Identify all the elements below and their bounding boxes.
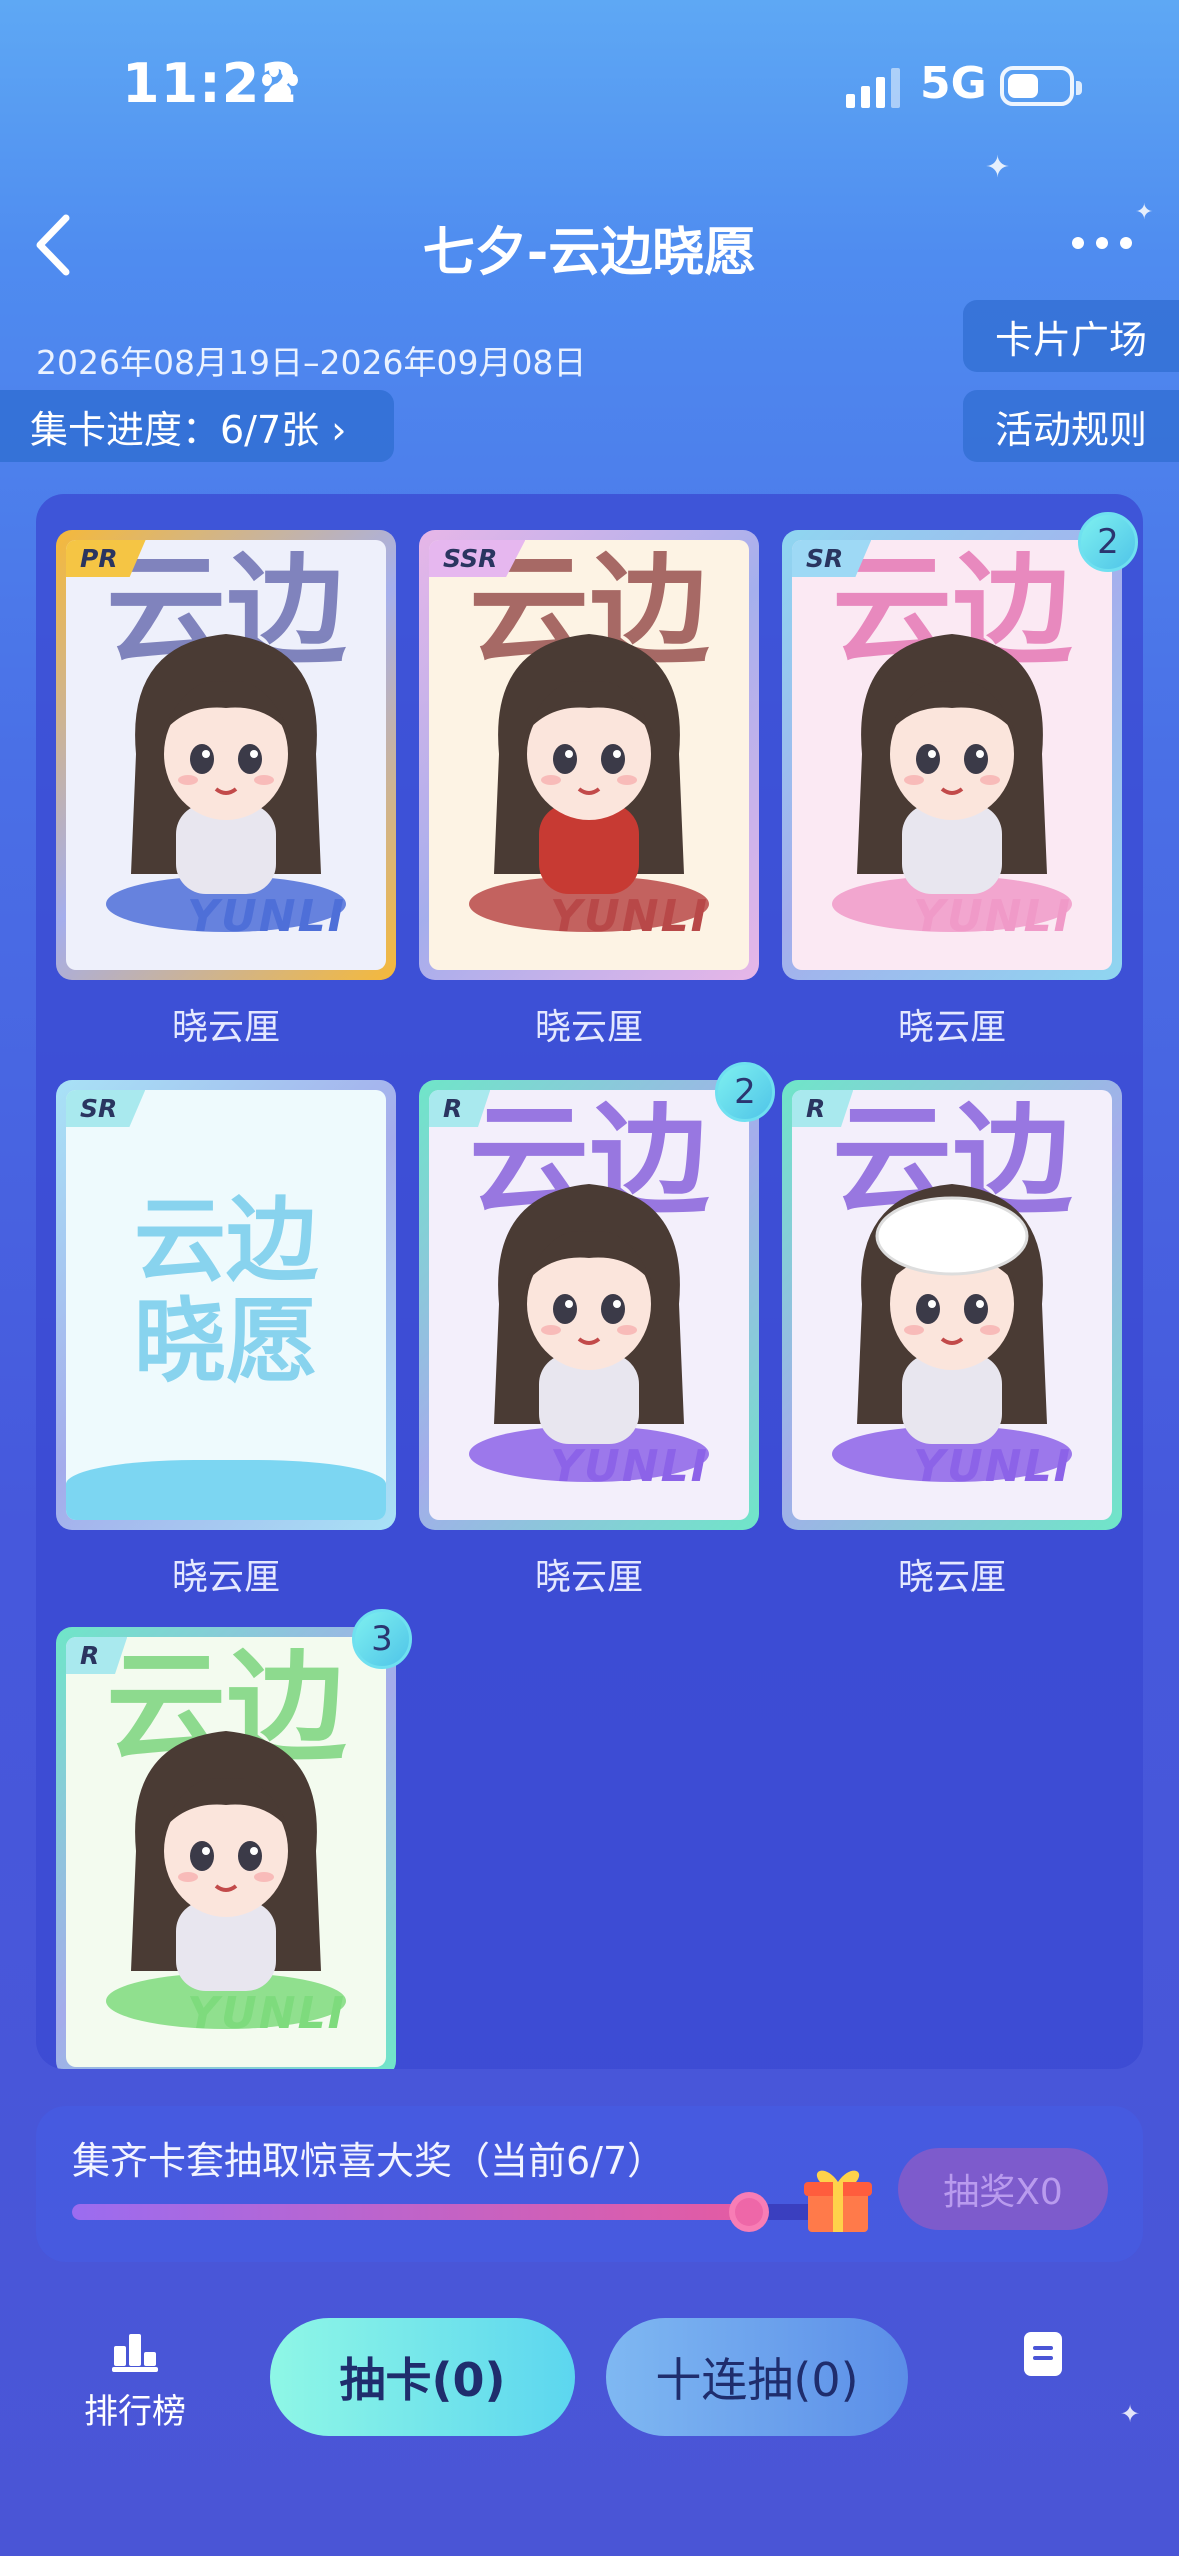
- card-art-signature: YUNLI: [187, 1988, 346, 2039]
- leaderboard-label: 排行榜: [84, 2392, 186, 2432]
- character-illustration: [832, 634, 1072, 932]
- character-illustration: [469, 634, 709, 932]
- card-item[interactable]: 云边 YUNLI R 晓云厘: [782, 1080, 1122, 1600]
- card-square-button[interactable]: 卡片广场: [963, 300, 1179, 372]
- card-name: 晓云厘: [534, 1557, 643, 1598]
- card-item[interactable]: 云边 YUNLI R 3: [56, 1609, 412, 2069]
- rules-button[interactable]: 活动规则: [963, 390, 1179, 462]
- record-icon[interactable]: [1024, 2332, 1062, 2376]
- card-count-badge: 3: [352, 1609, 412, 1669]
- card-art: 云边 YUNLI PR: [66, 540, 386, 970]
- leaderboard-button[interactable]: 排行榜: [80, 2330, 190, 2433]
- character-illustration: [106, 1731, 346, 2029]
- leaderboard-icon: [112, 2334, 158, 2372]
- card-count-badge: 2: [1078, 512, 1138, 572]
- page-title: 七夕-云边晓愿: [422, 223, 757, 283]
- prize-description: 集齐卡套抽取惊喜大奖（当前6/7）: [72, 2139, 666, 2183]
- character-illustration: [832, 1184, 1072, 1482]
- prize-progress-knob: [729, 2192, 770, 2232]
- draw-card-button[interactable]: 抽卡(0): [270, 2318, 575, 2436]
- battery-icon: [1000, 66, 1082, 106]
- card-name: 晓云厘: [897, 1007, 1006, 1048]
- card-name: 晓云厘: [171, 1007, 280, 1048]
- character-illustration: [106, 634, 346, 932]
- card-name: 晓云厘: [171, 1557, 280, 1598]
- card-frame[interactable]: 云边 YUNLI PR: [56, 530, 396, 980]
- card-frame[interactable]: 云边 YUNLI SR 2: [782, 512, 1138, 980]
- card-name: 晓云厘: [897, 1557, 1006, 1598]
- card-art: 云边 YUNLI R: [792, 1090, 1112, 1520]
- status-bar: 11:22 5G: [0, 0, 1179, 170]
- card-art-signature: YUNLI: [550, 891, 709, 942]
- card-art-signature: YUNLI: [187, 891, 346, 942]
- rarity-tag: SR: [66, 1090, 146, 1127]
- card-frame[interactable]: 云边 YUNLI R 3: [56, 1609, 412, 2069]
- card-art: 云边 YUNLI SSR: [429, 540, 749, 970]
- character-illustration: [469, 1184, 709, 1482]
- card-grid: 云边 YUNLI PR 晓云厘 云边 YUNLI SSR 晓云厘 云边 YUNL…: [36, 494, 1143, 2069]
- event-date-range: 2026年08月19日–2026年09月08日: [36, 343, 587, 382]
- card-name: 晓云厘: [534, 1007, 643, 1048]
- card-item[interactable]: 云边 YUNLI R 2 晓云厘: [419, 1062, 775, 1600]
- prize-progress-bar: [72, 2192, 862, 2232]
- card-item[interactable]: 云边 YUNLI SR 2 晓云厘: [782, 512, 1138, 1050]
- ten-draw-button[interactable]: 十连抽(0): [606, 2318, 908, 2436]
- card-item[interactable]: 云边 YUNLI SSR 晓云厘: [419, 530, 759, 1050]
- prize-draw-button[interactable]: 抽奖X0: [898, 2148, 1108, 2230]
- card-frame[interactable]: 云边晓愿 SR: [56, 1080, 396, 1530]
- card-art-title: 云边晓愿: [133, 1187, 318, 1396]
- card-art-signature: YUNLI: [913, 891, 1072, 942]
- prize-progress-fill: [72, 2204, 750, 2220]
- gift-icon: [804, 2170, 872, 2232]
- card-frame[interactable]: 云边 YUNLI R: [782, 1080, 1122, 1530]
- card-art: 云边晓愿 SR: [66, 1090, 386, 1520]
- card-art: 云边 YUNLI R: [429, 1090, 749, 1520]
- card-frame[interactable]: 云边 YUNLI SSR: [419, 530, 759, 980]
- card-art-signature: YUNLI: [550, 1441, 709, 1492]
- network-label: 5G: [920, 58, 987, 109]
- paw-icon: [262, 65, 298, 101]
- bottom-nav: 排行榜 抽卡(0) 十连抽(0): [0, 2300, 1179, 2556]
- card-count-badge: 2: [715, 1062, 775, 1122]
- card-art: 云边 YUNLI R: [66, 1637, 386, 2067]
- card-art: 云边 YUNLI SR: [792, 540, 1112, 970]
- wave-decoration: [66, 1460, 386, 1520]
- collection-progress-button[interactable]: 集卡进度：6/7张 ›: [0, 390, 394, 462]
- signal-icon: [846, 68, 900, 108]
- card-frame[interactable]: 云边 YUNLI R 2: [419, 1062, 775, 1530]
- card-art-signature: YUNLI: [913, 1441, 1072, 1492]
- card-item[interactable]: 云边 YUNLI PR 晓云厘: [56, 530, 396, 1050]
- card-item[interactable]: 云边晓愿 SR 晓云厘: [56, 1080, 396, 1600]
- prize-panel: 集齐卡套抽取惊喜大奖（当前6/7） 抽奖X0: [36, 2106, 1143, 2262]
- more-icon[interactable]: [1070, 228, 1134, 258]
